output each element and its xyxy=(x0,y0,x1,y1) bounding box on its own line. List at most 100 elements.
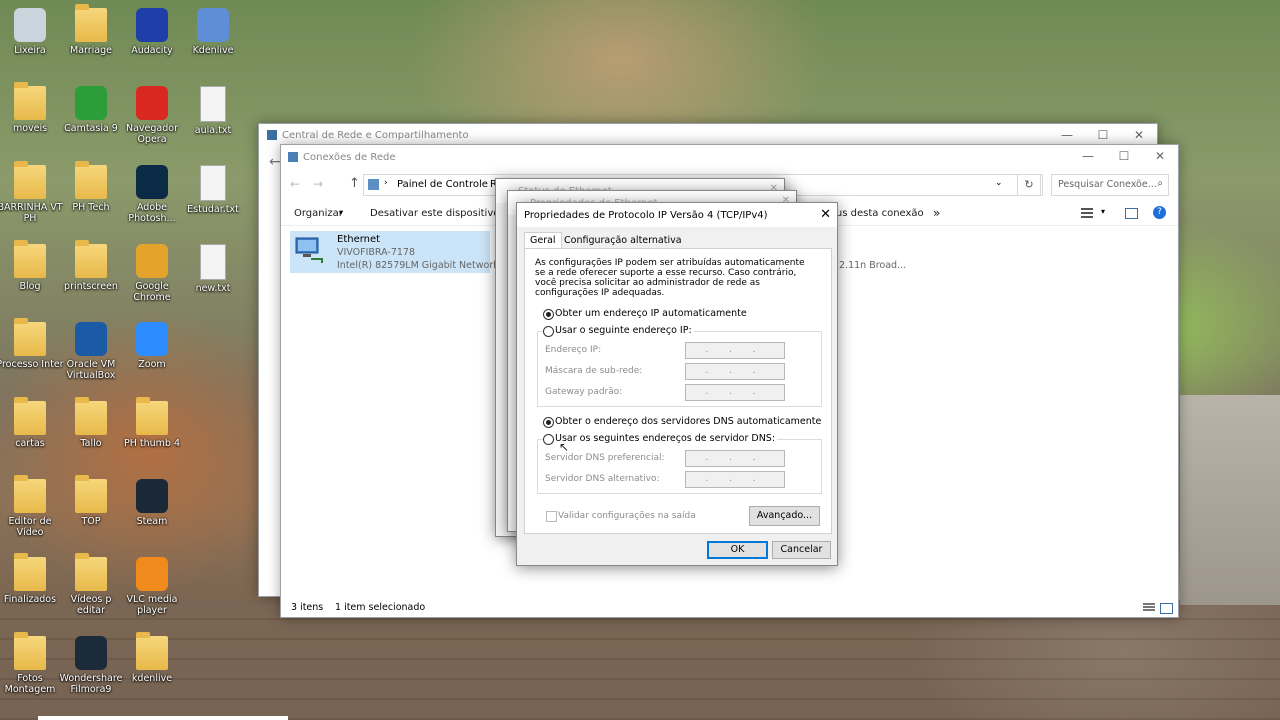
desktop-icon-label: PH thumb 4 xyxy=(123,438,180,449)
desktop-icon-label: VLC media player xyxy=(126,594,178,616)
ip-address-field[interactable]: . . . xyxy=(685,342,785,359)
desktop-icon[interactable]: PH Tech xyxy=(56,161,126,213)
desktop-icon[interactable]: Camtasia 9 xyxy=(56,86,126,134)
preferred-dns-label: Servidor DNS preferencial: xyxy=(545,453,665,463)
dns-auto-label[interactable]: Obter o endereço dos servidores DNS auto… xyxy=(555,416,821,427)
subnet-mask-field[interactable]: . . . xyxy=(685,363,785,380)
dns-manual-radio[interactable] xyxy=(543,434,554,445)
ok-button[interactable]: OK xyxy=(707,541,768,559)
desktop-icon[interactable]: printscreen xyxy=(56,240,126,292)
desktop-icon[interactable]: Navegador Opera xyxy=(117,86,187,145)
validate-label[interactable]: Validar configurações na saída xyxy=(558,511,696,521)
recycle-bin-icon xyxy=(14,8,46,42)
more-commands-button[interactable]: » xyxy=(933,206,940,220)
ip-manual-label[interactable]: Usar o seguinte endereço IP: xyxy=(555,325,694,336)
address-dropdown-icon[interactable]: ⌄ xyxy=(995,178,1003,188)
ip-manual-radio[interactable] xyxy=(543,326,554,337)
ip-auto-radio[interactable] xyxy=(543,309,554,320)
maximize-icon[interactable]: ☐ xyxy=(1085,124,1121,146)
subnet-mask-label: Máscara de sub-rede: xyxy=(545,366,643,376)
refresh-button[interactable]: ↻ xyxy=(1017,174,1041,196)
folder-icon xyxy=(14,82,46,120)
folder-icon xyxy=(75,553,107,591)
desktop-icon[interactable]: Vídeos p editar xyxy=(56,553,126,616)
close-icon[interactable]: ✕ xyxy=(820,207,831,222)
control-panel-icon xyxy=(368,179,379,190)
search-box[interactable]: Pesquisar Conexõe... ⌕ xyxy=(1051,174,1169,196)
close-icon[interactable]: ✕ xyxy=(1142,145,1178,167)
details-view-icon[interactable] xyxy=(1143,603,1155,612)
desktop-icon[interactable]: Google Chrome xyxy=(117,244,187,303)
tab-general[interactable]: Geral xyxy=(524,232,562,249)
desktop-icon[interactable]: Wondershare Filmora9 xyxy=(56,636,126,695)
breadcrumb-control-panel[interactable]: Painel de Controle xyxy=(397,179,488,190)
connection-adapter: Intel(R) 82579LM Gigabit Network... xyxy=(337,260,508,271)
desktop-icon[interactable]: Marriage xyxy=(56,4,126,56)
cancel-button[interactable]: Cancelar xyxy=(772,541,831,559)
back-arrow-icon[interactable]: ← xyxy=(269,154,281,170)
ipv4-properties-dialog: Propriedades de Protocolo IP Versão 4 (T… xyxy=(516,202,838,566)
gateway-field[interactable]: . . . xyxy=(685,384,785,401)
window-title: Central de Rede e Compartilhamento xyxy=(282,129,469,141)
desktop-icon[interactable]: kdenlive xyxy=(117,632,187,684)
organize-menu[interactable]: Organizar xyxy=(294,208,343,219)
zoom-icon xyxy=(136,322,168,356)
desktop-wallpaper-floor xyxy=(0,600,1280,720)
up-button[interactable]: ↑ xyxy=(349,176,360,191)
folder-icon xyxy=(136,397,168,435)
help-icon[interactable]: ? xyxy=(1153,206,1166,219)
desktop-icon[interactable]: Kdenlive xyxy=(178,8,248,56)
chevron-down-icon[interactable]: ▾ xyxy=(1101,207,1105,216)
desktop-icon[interactable]: new.txt xyxy=(178,244,248,294)
tab-alternate-config[interactable]: Configuração alternativa xyxy=(561,234,685,248)
minimize-icon[interactable]: — xyxy=(1049,124,1085,146)
maximize-icon[interactable]: ☐ xyxy=(1106,145,1142,167)
view-options-icon[interactable] xyxy=(1081,208,1093,218)
validate-checkbox[interactable] xyxy=(546,511,557,522)
folder-icon xyxy=(75,161,107,199)
desktop-icon[interactable]: Steam xyxy=(117,479,187,527)
dns-manual-label[interactable]: Usar os seguintes endereços de servidor … xyxy=(555,433,778,444)
alternate-dns-field[interactable]: . . . xyxy=(685,471,785,488)
steam-icon xyxy=(136,479,168,513)
folder-icon xyxy=(75,240,107,278)
desktop-icon-label: Marriage xyxy=(70,45,112,56)
search-input[interactable]: Pesquisar Conexõe... xyxy=(1058,179,1157,190)
large-icons-view-icon[interactable] xyxy=(1160,603,1173,614)
desktop-icon[interactable]: TOP xyxy=(56,475,126,527)
desktop-icon[interactable]: Tallo xyxy=(56,397,126,449)
desktop-icon-label: Tallo xyxy=(80,438,102,449)
network-connections-icon xyxy=(288,152,298,162)
chrome-icon xyxy=(136,244,168,278)
ip-auto-label[interactable]: Obter um endereço IP automaticamente xyxy=(555,308,747,319)
forward-button[interactable]: → xyxy=(313,177,323,191)
ethernet-connection-item[interactable]: Ethernet VIVOFIBRA-7178 Intel(R) 82579LM… xyxy=(290,231,508,273)
connection-status-button[interactable]: tus desta conexão xyxy=(832,208,924,219)
desktop-icon[interactable]: Estudar.txt xyxy=(178,165,248,215)
dns-auto-radio[interactable] xyxy=(543,417,554,428)
window-controls: — ☐ ✕ xyxy=(1049,124,1157,146)
folder-icon xyxy=(75,475,107,513)
desktop-icon-label: Zoom xyxy=(138,359,166,370)
desktop-icon[interactable]: PH thumb 4 xyxy=(117,397,187,449)
advanced-button[interactable]: Avançado... xyxy=(749,506,820,526)
desktop-icon[interactable]: aula.txt xyxy=(178,86,248,136)
folder-icon xyxy=(14,397,46,435)
desktop-icon[interactable]: VLC media player xyxy=(117,557,187,616)
close-icon[interactable]: ✕ xyxy=(1121,124,1157,146)
photoshop-icon xyxy=(136,165,168,199)
desktop-icon[interactable]: Oracle VM VirtualBox xyxy=(56,322,126,381)
preferred-dns-field[interactable]: . . . xyxy=(685,450,785,467)
desktop-icon-label: TOP xyxy=(81,516,101,527)
preview-pane-icon[interactable] xyxy=(1125,208,1138,219)
desktop-icon-label: Kdenlive xyxy=(192,45,234,56)
folder-icon xyxy=(14,553,46,591)
text-file-icon xyxy=(200,86,226,122)
minimize-icon[interactable]: — xyxy=(1070,145,1106,167)
desktop-icon[interactable]: Audacity xyxy=(117,8,187,56)
desktop-icon[interactable]: Zoom xyxy=(117,322,187,370)
desktop-icon[interactable]: Adobe Photosh... xyxy=(117,165,187,224)
desktop-icon-label: Estudar.txt xyxy=(187,204,239,215)
folder-icon xyxy=(14,632,46,670)
back-button[interactable]: ← xyxy=(290,177,300,191)
